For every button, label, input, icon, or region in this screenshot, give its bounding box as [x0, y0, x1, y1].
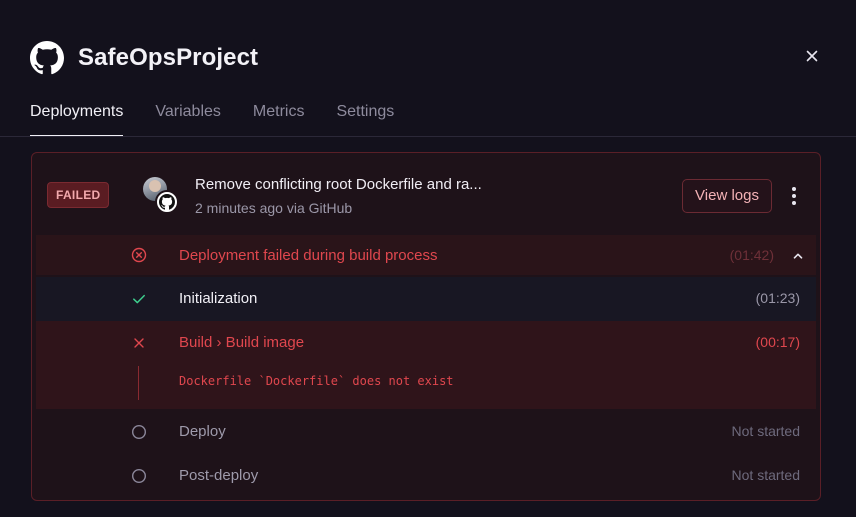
commit-meta: 2 minutes ago via GitHub — [195, 200, 353, 216]
close-icon[interactable] — [804, 48, 820, 64]
chevron-up-icon[interactable] — [792, 249, 804, 261]
tab-bar: Deployments Variables Metrics Settings — [30, 100, 426, 137]
tab-variables[interactable]: Variables — [155, 100, 221, 137]
failure-summary-label: Deployment failed during build process — [179, 247, 438, 264]
step-label: Build › Build image — [179, 334, 305, 351]
build-error-message: Dockerfile `Dockerfile` does not exist — [179, 374, 454, 388]
deployment-card: FAILED Remove conflicting root Dockerfil… — [31, 152, 821, 501]
step-post-deploy[interactable]: Post-deploy Not started — [36, 454, 816, 498]
check-icon — [131, 291, 147, 307]
step-build[interactable]: Build › Build image (00:17) Dockerfile `… — [36, 321, 816, 409]
step-label: Post-deploy — [179, 467, 259, 484]
github-icon — [30, 41, 64, 75]
failure-summary-time: (01:42) — [729, 247, 774, 263]
tab-settings[interactable]: Settings — [336, 100, 394, 137]
view-logs-button[interactable]: View logs — [682, 179, 772, 213]
step-label: Deploy — [179, 423, 226, 440]
failure-summary-row[interactable]: Deployment failed during build process (… — [36, 235, 816, 275]
project-title: SafeOpsProject — [78, 44, 259, 71]
commit-message: Remove conflicting root Dockerfile and r… — [195, 176, 482, 193]
deployment-row: FAILED Remove conflicting root Dockerfil… — [32, 153, 820, 235]
tab-deployments[interactable]: Deployments — [30, 100, 124, 137]
step-label: Initialization — [179, 290, 258, 307]
tabs-divider — [0, 136, 856, 137]
x-icon — [131, 335, 147, 351]
step-time: Not started — [731, 423, 800, 439]
status-badge: FAILED — [47, 182, 110, 208]
log-indent-line — [138, 366, 139, 400]
step-time: (00:17) — [755, 334, 800, 350]
step-initialization[interactable]: Initialization (01:23) — [36, 277, 816, 321]
modal-header: SafeOpsProject — [30, 40, 258, 76]
circle-icon — [131, 468, 147, 484]
step-time: (01:23) — [755, 290, 800, 306]
tab-metrics[interactable]: Metrics — [253, 100, 305, 137]
x-circle-icon — [131, 247, 147, 263]
step-deploy[interactable]: Deploy Not started — [36, 410, 816, 454]
step-time: Not started — [731, 467, 800, 483]
more-vertical-icon[interactable] — [786, 184, 802, 208]
circle-icon — [131, 424, 147, 440]
github-source-icon — [155, 190, 179, 214]
